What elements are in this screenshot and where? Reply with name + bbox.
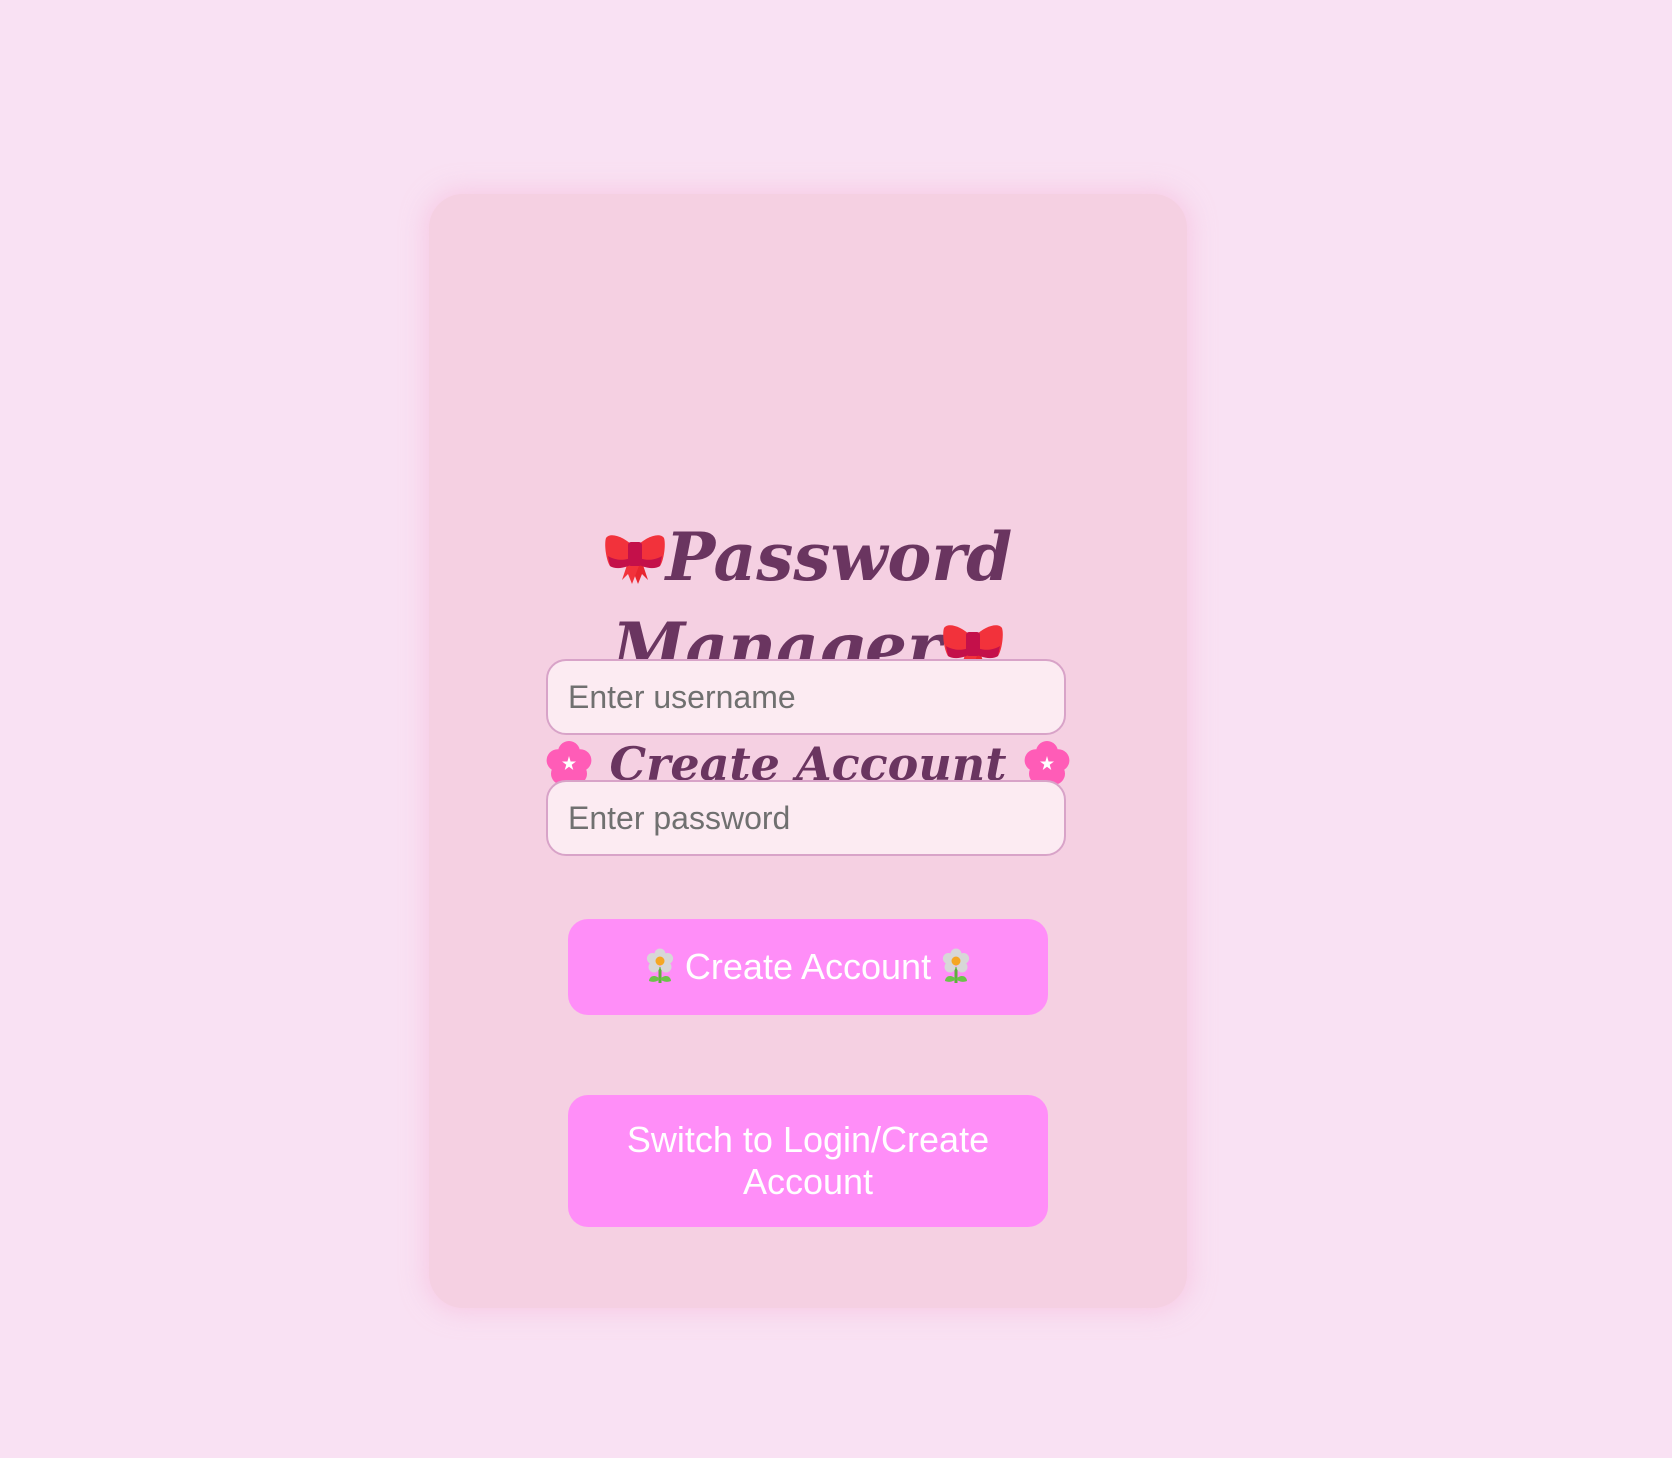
password-input[interactable] bbox=[546, 780, 1066, 856]
create-account-label: Create Account bbox=[684, 946, 932, 987]
daisy-icon bbox=[645, 947, 675, 985]
switch-mode-button[interactable]: Switch to Login/Create Account bbox=[568, 1095, 1048, 1227]
switch-mode-label: Switch to Login/Create Account bbox=[626, 1119, 990, 1202]
create-account-button[interactable]: Create Account bbox=[568, 919, 1048, 1015]
ribbon-bow-icon bbox=[604, 530, 666, 586]
page: Password Manager Create Account Create A… bbox=[0, 0, 1672, 1458]
username-input[interactable] bbox=[546, 659, 1066, 735]
daisy-icon bbox=[941, 947, 971, 985]
